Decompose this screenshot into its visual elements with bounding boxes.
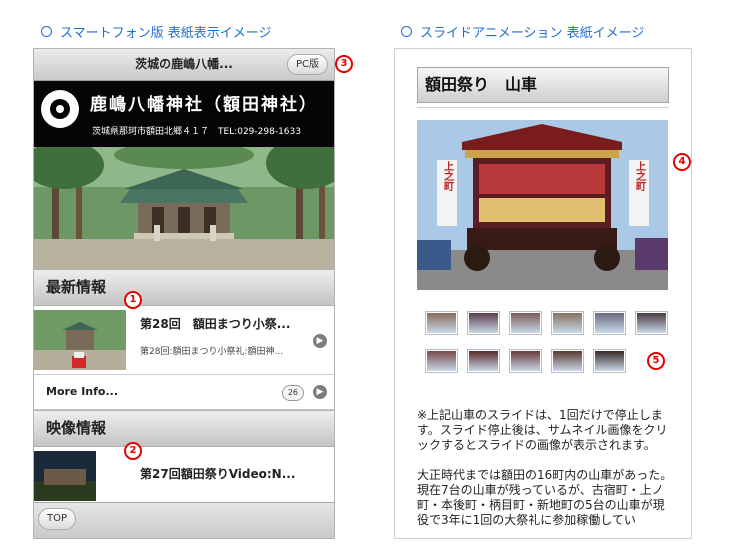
news-section-header: 最新情報 (34, 269, 334, 306)
video-item-title: 第27回額田祭りVideo:N... (140, 467, 296, 481)
marker-5: 5 (647, 352, 665, 370)
smartphone-preview: 茨城の鹿嶋八幡... PC版 鹿嶋八幡神社（額田神社） 茨城県那珂市額田北郷４１… (33, 48, 335, 539)
video-item[interactable]: 第27回額田祭りVideo:N... (34, 447, 334, 508)
news-heading: 最新情報 (46, 278, 107, 296)
video-thumbnail (34, 451, 96, 501)
caption-slide: スライドアニメーション 表紙イメージ (401, 22, 644, 41)
slide-thumbnail[interactable] (467, 349, 500, 373)
caption-text: スライドアニメーション 表紙イメージ (420, 26, 645, 41)
caption-smartphone: スマートフォン版 表紙表示イメージ (41, 22, 271, 41)
marker-2: 2 (124, 442, 142, 460)
slide-animation-preview: 額田祭り 山車 上之町 上之町 ※上記山車のスライドは、1回だけで停止します。ス… (394, 48, 692, 539)
slide-thumbnail[interactable] (425, 311, 458, 335)
divider (417, 107, 669, 108)
news-thumbnail (34, 310, 126, 370)
shrine-name: 鹿嶋八幡神社（額田神社） (90, 95, 318, 115)
news-item[interactable]: 第28回 額田まつり小祭... 第28回:額田まつり小祭礼:額田神... ▶ (34, 306, 334, 375)
video-heading: 映像情報 (46, 419, 107, 437)
slide-heading: 額田祭り 山車 (425, 75, 538, 94)
slide-thumbnail[interactable] (551, 311, 584, 335)
slide-description: ※上記山車のスライドは、1回だけで停止します。スライド停止後は、サムネイル画像を… (417, 408, 673, 538)
news-item-title: 第28回 額田まつり小祭... (140, 317, 291, 331)
circle-icon (41, 26, 52, 37)
caption-text: スマートフォン版 表紙表示イメージ (60, 26, 272, 41)
chevron-right-icon: ▶ (313, 385, 327, 399)
slide-thumbnail[interactable] (467, 311, 500, 335)
slide-thumbnail[interactable] (509, 349, 542, 373)
description-paragraph-2: 大正時代までは額田の16町内の山車があった。現在7台の山車が残っているが、古宿町… (417, 468, 673, 527)
slide-thumbnail[interactable] (635, 311, 668, 335)
shrine-banner: 鹿嶋八幡神社（額田神社） 茨城県那珂市額田北郷４１７ TEL:029-298-1… (34, 81, 334, 147)
festival-float-image: 上之町 上之町 (417, 120, 668, 290)
slide-thumbnail[interactable] (425, 349, 458, 373)
lantern-label-right: 上之町 (634, 160, 646, 192)
shrine-address: 茨城県那珂市額田北郷４１７ TEL:029-298-1633 (92, 127, 301, 137)
more-info-row[interactable]: More Info... 26 ▶ (34, 375, 334, 410)
top-button[interactable]: TOP (38, 508, 77, 530)
slide-thumbnail[interactable] (593, 349, 626, 373)
marker-1: 1 (124, 291, 142, 309)
news-thumbnail-image (34, 310, 126, 370)
slide-thumbnail[interactable] (593, 311, 626, 335)
description-paragraph-1: ※上記山車のスライドは、1回だけで停止します。スライド停止後は、サムネイル画像を… (417, 408, 668, 452)
lantern-label-left: 上之町 (442, 160, 454, 192)
phone-header: 茨城の鹿嶋八幡... PC版 (34, 49, 334, 81)
mitsudomoe-crest-icon (41, 90, 79, 128)
pc-version-button[interactable]: PC版 (286, 54, 328, 75)
marker-4: 4 (673, 153, 691, 171)
slide-thumbnail[interactable] (509, 311, 542, 335)
phone-footer (34, 502, 334, 538)
marker-3: 3 (335, 55, 353, 73)
circle-icon (401, 26, 412, 37)
count-badge: 26 (281, 385, 304, 401)
news-item-subtitle: 第28回:額田まつり小祭礼:額田神... (140, 347, 284, 357)
video-thumbnail-image (34, 451, 96, 501)
video-section-header: 映像情報 (34, 410, 334, 447)
shrine-photo (34, 147, 334, 269)
slide-thumbnail[interactable] (551, 349, 584, 373)
more-info-label: More Info... (46, 385, 119, 398)
slide-header: 額田祭り 山車 (417, 67, 669, 103)
festival-float-photo: 上之町 上之町 (417, 120, 668, 290)
chevron-right-icon: ▶ (313, 334, 327, 348)
shrine-illustration (34, 147, 334, 269)
